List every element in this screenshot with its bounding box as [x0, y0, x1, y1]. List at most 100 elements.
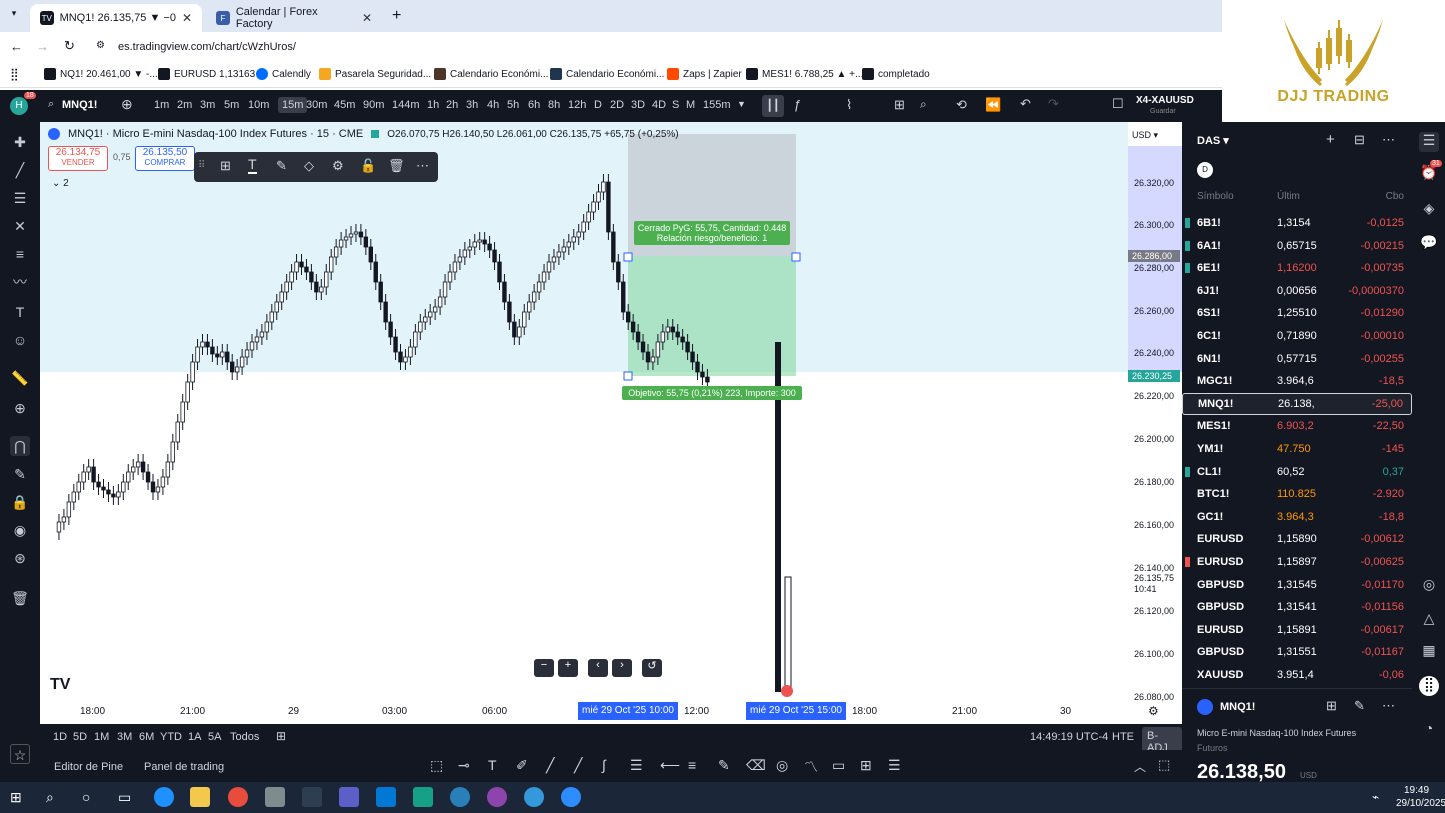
- zoom-in-button[interactable]: +: [558, 659, 578, 677]
- axis-settings-icon[interactable]: ⚙: [1148, 704, 1159, 718]
- reload-icon[interactable]: ↻: [64, 38, 75, 54]
- target-tool-icon[interactable]: ◎: [776, 757, 788, 774]
- app-4-icon[interactable]: [487, 787, 507, 807]
- maximize-icon[interactable]: ⬚: [1158, 757, 1170, 773]
- timeframe-4D[interactable]: 4D: [652, 99, 666, 111]
- brush-tool-icon[interactable]: ✐: [516, 757, 528, 774]
- range-1A[interactable]: 1A: [188, 731, 201, 743]
- timeframe-90m[interactable]: 90m: [363, 99, 384, 111]
- rewind-icon[interactable]: ⏪: [985, 97, 1001, 113]
- pattern-icon[interactable]: ✕: [10, 216, 30, 236]
- timeframe-12h[interactable]: 12h: [568, 99, 586, 111]
- bookmark-calendario-2[interactable]: Calendario Económi...: [550, 68, 664, 80]
- comment-tool-icon[interactable]: ▭: [832, 757, 845, 774]
- layout-icon[interactable]: ⊞: [894, 97, 905, 113]
- menu-tool-icon[interactable]: ☰: [888, 757, 901, 774]
- timeframe-6h[interactable]: 6h: [528, 99, 540, 111]
- template-icon[interactable]: ⊞: [220, 158, 231, 174]
- mail-icon[interactable]: [376, 787, 396, 807]
- apps-icon[interactable]: ⣿: [10, 67, 19, 81]
- watchlist-row[interactable]: BTC1! 110.825 -2.920: [1182, 483, 1412, 505]
- stream-icon[interactable]: ◔: [1419, 720, 1439, 740]
- network-icon[interactable]: ⌁: [1372, 790, 1379, 804]
- forward-icon[interactable]: →: [36, 39, 49, 54]
- timeframe-5m[interactable]: 5m: [224, 99, 239, 111]
- timeframe-15m[interactable]: 15m: [278, 97, 308, 113]
- lock-draw-icon[interactable]: ✎: [10, 464, 30, 484]
- timeframe-3D[interactable]: 3D: [631, 99, 645, 111]
- rect-tool-icon[interactable]: ⬚: [430, 757, 443, 774]
- more-icon[interactable]: ⋯: [416, 158, 429, 174]
- col-header-symbol[interactable]: Símbolo: [1197, 191, 1234, 202]
- watchlist-row[interactable]: EURUSD 1,15890 -0,00612: [1182, 528, 1412, 550]
- url-field[interactable]: es.tradingview.com/chart/cWzhUros/: [118, 41, 296, 53]
- timeframe-2m[interactable]: 2m: [177, 99, 192, 111]
- watchlist-row[interactable]: GBPUSD 1,31545 -0,01170: [1182, 574, 1412, 596]
- range-Todos[interactable]: Todos: [230, 731, 259, 743]
- timeframe-10m[interactable]: 10m: [248, 99, 269, 111]
- ideas-icon[interactable]: △: [1419, 610, 1439, 630]
- watchlist-row[interactable]: EURUSD 1,15891 -0,00617: [1182, 619, 1412, 641]
- app-2-icon[interactable]: [413, 787, 433, 807]
- explorer-icon[interactable]: [190, 787, 210, 807]
- detail-edit-icon[interactable]: ✎: [1354, 698, 1365, 714]
- timeframe-M[interactable]: M: [686, 99, 695, 111]
- symbol-search[interactable]: MNQ1!: [62, 99, 97, 111]
- settings-icon[interactable]: ⚙: [332, 158, 344, 174]
- watchlist-row[interactable]: MES1! 6.903,2 -22,50: [1182, 415, 1412, 437]
- watchlist-row[interactable]: 6A1! 0,65715 -0,00215: [1182, 235, 1412, 257]
- detail-layout-icon[interactable]: ⊞: [1326, 698, 1337, 714]
- watchlist-layout-icon[interactable]: ⊟: [1354, 132, 1365, 148]
- collapse-icon[interactable]: ︿: [1134, 758, 1146, 775]
- bookmark-calendario-1[interactable]: Calendario Económi...: [434, 68, 548, 80]
- crosshair-icon[interactable]: ✚: [10, 132, 30, 152]
- forecast-icon[interactable]: ≡: [10, 244, 30, 264]
- line-tool-icon[interactable]: ╱: [546, 757, 554, 774]
- eraser-tool-icon[interactable]: ⌫: [746, 757, 766, 774]
- hline-tool-icon[interactable]: ⊸: [458, 757, 470, 774]
- delete-icon[interactable]: 🗑: [388, 158, 405, 174]
- ruler-icon[interactable]: 📏: [10, 368, 30, 388]
- trash-icon[interactable]: 🗑: [10, 588, 30, 608]
- site-info-icon[interactable]: ⚙: [96, 40, 105, 51]
- arrow-tool-icon[interactable]: ⟵: [660, 757, 680, 774]
- timeframe-3h[interactable]: 3h: [466, 99, 478, 111]
- zoom-icon[interactable]: ⌕: [920, 97, 927, 112]
- channel-tool-icon[interactable]: ≡: [688, 757, 696, 773]
- bookmark-pasarela[interactable]: Pasarela Seguridad...: [319, 68, 431, 80]
- indicators-icon[interactable]: ƒ: [794, 97, 801, 112]
- timeframe-155m[interactable]: 155m: [703, 99, 731, 111]
- watchlist-row[interactable]: GBPUSD 1,31541 -0,01156: [1182, 596, 1412, 618]
- alerts-icon[interactable]: ⏰: [1419, 164, 1439, 184]
- calc-icon[interactable]: [302, 787, 322, 807]
- magnet-icon[interactable]: ⋂: [10, 436, 30, 456]
- indicators-toggle[interactable]: ⌄ 2: [52, 178, 69, 189]
- fill-color-icon[interactable]: ✎: [276, 158, 287, 174]
- watchlist-row[interactable]: 6S1! 1,25510 -0,01290: [1182, 302, 1412, 324]
- watchlist-row[interactable]: 6B1! 1,3154 -0,0125: [1182, 212, 1412, 234]
- fullscreen-icon[interactable]: ☐: [1112, 96, 1124, 112]
- layout-save[interactable]: Guardar: [1150, 108, 1176, 115]
- app-1-icon[interactable]: [265, 787, 285, 807]
- globe-icon[interactable]: ⊛: [10, 548, 30, 568]
- bookmark-completado[interactable]: completado: [862, 68, 930, 80]
- clock[interactable]: 14:49:19 UTC-4: [1030, 731, 1108, 743]
- fib-icon[interactable]: ☰: [10, 188, 30, 208]
- watchlist-row[interactable]: YM1! 47.750 -145: [1182, 438, 1412, 460]
- tab-search-icon[interactable]: ▾: [6, 8, 22, 24]
- lock-icon[interactable]: 🔒: [10, 492, 30, 512]
- watchlist-row[interactable]: 6C1! 0,71890 -0,00010: [1182, 325, 1412, 347]
- windows-start-icon[interactable]: ⊞: [10, 789, 22, 806]
- pine-editor-tab[interactable]: Editor de Pine: [54, 761, 123, 773]
- fib-tool-icon[interactable]: ☰: [630, 757, 643, 774]
- session-toggle[interactable]: HTE: [1112, 731, 1134, 743]
- target-icon[interactable]: ◎: [1419, 576, 1439, 596]
- currency-select[interactable]: USD ▾: [1132, 130, 1158, 141]
- watchlist-row[interactable]: 6E1! 1,16200 -0,00735: [1182, 257, 1412, 279]
- taskbar-search-icon[interactable]: ⌕: [46, 789, 54, 806]
- reset-chart-button[interactable]: ↺: [642, 659, 662, 677]
- ray-tool-icon[interactable]: ╱: [574, 757, 582, 774]
- range-YTD[interactable]: YTD: [160, 731, 182, 743]
- compare-symbol-icon[interactable]: ⊕: [121, 96, 133, 113]
- add-symbol-icon[interactable]: +: [1326, 131, 1335, 148]
